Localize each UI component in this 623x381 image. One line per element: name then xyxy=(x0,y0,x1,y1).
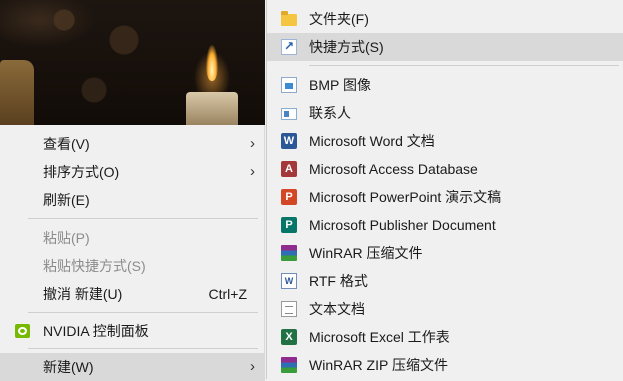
menu-item-label: 刷新(E) xyxy=(43,192,90,208)
submenu-item-winrar-zip[interactable]: WinRAR ZIP 压缩文件 xyxy=(267,351,623,379)
submenu-item-folder[interactable]: 文件夹(F) xyxy=(267,5,623,33)
submenu-item-label: Microsoft PowerPoint 演示文稿 xyxy=(309,189,502,205)
nvidia-icon xyxy=(15,324,30,338)
submenu-item-word-document[interactable]: W Microsoft Word 文档 xyxy=(267,127,623,155)
menu-separator xyxy=(28,312,258,313)
submenu-item-label: Microsoft Publisher Document xyxy=(309,217,496,233)
menu-item-label: 粘贴快捷方式(S) xyxy=(43,258,146,274)
submenu-item-label: 文本文档 xyxy=(309,301,365,317)
menu-item-label: 查看(V) xyxy=(43,136,90,152)
submenu-item-label: 快捷方式(S) xyxy=(309,39,384,55)
submenu-item-label: Microsoft Access Database xyxy=(309,161,478,177)
submenu-item-label: BMP 图像 xyxy=(309,77,371,93)
menu-item-label: 排序方式(O) xyxy=(43,164,120,180)
contact-icon xyxy=(281,108,297,120)
wallpaper-pattern xyxy=(34,0,184,125)
submenu-item-label: RTF 格式 xyxy=(309,273,368,289)
chevron-right-icon: › xyxy=(250,135,255,152)
menu-item-label: 撤消 新建(U) xyxy=(43,286,123,302)
submenu-item-label: 文件夹(F) xyxy=(309,11,369,27)
shortcut-icon xyxy=(281,32,297,60)
menu-item-nvidia-control-panel[interactable]: NVIDIA 控制面板 xyxy=(0,317,265,345)
folder-icon xyxy=(281,11,297,26)
candle xyxy=(186,92,238,125)
submenu-item-label: WinRAR 压缩文件 xyxy=(309,245,423,261)
menu-separator xyxy=(309,65,619,66)
menu-item-shortcut: Ctrl+Z xyxy=(208,286,248,302)
submenu-item-bmp-image[interactable]: BMP 图像 xyxy=(267,71,623,99)
powerpoint-icon: P xyxy=(281,189,297,205)
menu-item-label: 新建(W) xyxy=(43,359,94,375)
bmp-image-icon xyxy=(281,77,297,93)
submenu-item-label: 联系人 xyxy=(309,105,351,121)
submenu-item-label: Microsoft Word 文档 xyxy=(309,133,435,149)
submenu-item-label: Microsoft Excel 工作表 xyxy=(309,329,450,345)
menu-item-paste[interactable]: 粘贴(P) xyxy=(0,224,265,252)
winrar-icon xyxy=(281,245,297,261)
menu-item-label: NVIDIA 控制面板 xyxy=(43,323,149,339)
submenu-item-excel[interactable]: X Microsoft Excel 工作表 xyxy=(267,323,623,351)
submenu-item-label: WinRAR ZIP 压缩文件 xyxy=(309,357,448,373)
wallpaper-lamp xyxy=(0,60,34,125)
text-document-icon xyxy=(281,301,297,317)
submenu-item-shortcut[interactable]: 快捷方式(S) xyxy=(267,32,623,61)
menu-item-view[interactable]: 查看(V) › xyxy=(0,130,265,158)
menu-separator xyxy=(28,218,258,219)
submenu-item-text-document[interactable]: 文本文档 xyxy=(267,295,623,323)
submenu-item-access-database[interactable]: A Microsoft Access Database xyxy=(267,155,623,183)
desktop-context-menu: 查看(V) › 排序方式(O) › 刷新(E) 粘贴(P) 粘贴快捷方式(S) … xyxy=(0,125,265,381)
menu-item-new[interactable]: 新建(W) › xyxy=(0,353,265,381)
menu-item-refresh[interactable]: 刷新(E) xyxy=(0,186,265,214)
submenu-item-contact[interactable]: 联系人 xyxy=(267,99,623,127)
submenu-item-publisher[interactable]: P Microsoft Publisher Document xyxy=(267,211,623,239)
word-icon: W xyxy=(281,133,297,149)
candle-flame xyxy=(206,45,218,81)
submenu-item-powerpoint[interactable]: P Microsoft PowerPoint 演示文稿 xyxy=(267,183,623,211)
menu-item-paste-shortcut[interactable]: 粘贴快捷方式(S) xyxy=(0,252,265,280)
menu-item-label: 粘贴(P) xyxy=(43,230,90,246)
menu-item-undo-new[interactable]: 撤消 新建(U) Ctrl+Z xyxy=(0,280,265,308)
submenu-item-rtf[interactable]: W RTF 格式 xyxy=(267,267,623,295)
access-icon: A xyxy=(281,161,297,177)
menu-item-sort-by[interactable]: 排序方式(O) › xyxy=(0,158,265,186)
winrar-zip-icon xyxy=(281,357,297,373)
new-submenu: 文件夹(F) 快捷方式(S) BMP 图像 联系人 W Microsoft Wo… xyxy=(266,0,623,379)
chevron-right-icon: › xyxy=(250,358,255,375)
publisher-icon: P xyxy=(281,217,297,233)
rtf-icon: W xyxy=(281,273,297,289)
desktop-wallpaper xyxy=(0,0,265,125)
excel-icon: X xyxy=(281,329,297,345)
menu-separator xyxy=(28,348,258,349)
submenu-item-winrar-archive[interactable]: WinRAR 压缩文件 xyxy=(267,239,623,267)
chevron-right-icon: › xyxy=(250,163,255,180)
